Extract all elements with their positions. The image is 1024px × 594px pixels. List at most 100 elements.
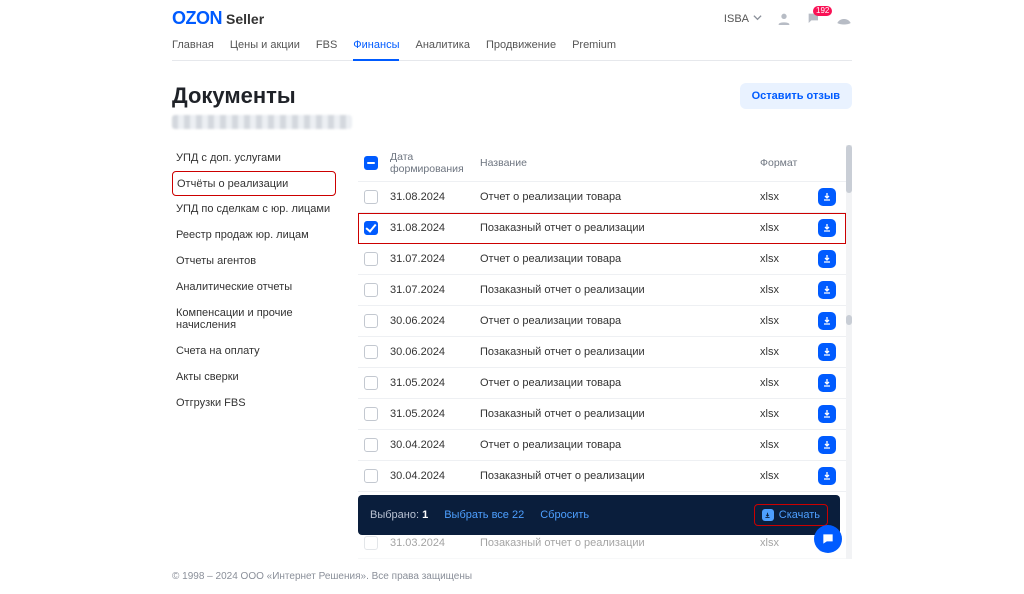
table-header-row: Дата формирования Название Формат [358,145,846,182]
footer-copyright: © 1998 – 2024 ООО «Интернет Решения». Вс… [172,559,852,594]
download-row-button[interactable] [818,188,836,206]
sidebar-item[interactable]: Отчеты агентов [172,248,336,274]
sidebar: УПД с доп. услугамиОтчёты о реализацииУП… [172,145,336,559]
topbar: OZON Seller ISBA 192 [172,0,852,33]
cell-format: xlsx [760,408,806,420]
sidebar-item[interactable]: Аналитические отчеты [172,274,336,300]
nav-item[interactable]: Финансы [353,33,399,61]
sidebar-item[interactable]: Компенсации и прочие начисления [172,300,336,338]
row-checkbox[interactable] [364,283,378,297]
column-header-name[interactable]: Название [480,157,750,169]
cell-date: 31.07.2024 [390,253,470,265]
row-checkbox[interactable] [364,190,378,204]
cell-date: 30.06.2024 [390,315,470,327]
column-header-date[interactable]: Дата формирования [390,151,470,175]
sidebar-item[interactable]: Акты сверки [172,364,336,390]
logo[interactable]: OZON Seller [172,8,264,29]
cell-format: xlsx [760,346,806,358]
cell-date: 30.04.2024 [390,470,470,482]
row-checkbox[interactable] [364,252,378,266]
cell-name: Позаказный отчет о реализации [480,408,750,420]
logo-seller-text: Seller [226,11,264,27]
redacted-content [172,115,352,129]
select-all-link[interactable]: Выбрать все 22 [444,509,524,521]
logo-ozon-text: OZON [172,8,222,29]
sidebar-item[interactable]: УПД по сделкам с юр. лицами [172,196,336,222]
row-checkbox[interactable] [364,376,378,390]
selected-count: 1 [422,509,428,521]
cell-date: 31.05.2024 [390,408,470,420]
download-row-button[interactable] [818,436,836,454]
cell-format: xlsx [760,284,806,296]
column-header-format[interactable]: Формат [760,157,806,169]
notifications-icon[interactable]: 192 [806,11,822,27]
cell-date: 31.03.2024 [390,537,470,549]
cell-date: 30.04.2024 [390,439,470,451]
row-checkbox[interactable] [364,345,378,359]
table-row: 30.06.2024Позаказный отчет о реализацииx… [358,337,846,368]
cell-format: xlsx [760,191,806,203]
nav-item[interactable]: Premium [572,33,616,60]
download-selected-button[interactable]: Скачать [754,504,828,526]
download-row-button[interactable] [818,374,836,392]
cell-name: Отчет о реализации товара [480,253,750,265]
download-row-button[interactable] [818,281,836,299]
cell-format: xlsx [760,377,806,389]
leave-review-button[interactable]: Оставить отзыв [740,83,852,109]
main-nav: Главная Цены и акции FBS Финансы Аналитика Пр… [172,33,852,61]
table-row: 30.04.2024 Позаказный отчет о реализации x… [358,461,846,492]
nav-item[interactable]: Главная [172,33,214,60]
table-row: 31.07.2024 Отчет о реализации товара xlsx [358,244,846,275]
account-dropdown[interactable]: ISBA [724,13,762,25]
cell-name: Позаказный отчет о реализации [480,470,750,482]
cell-name: Отчет о реализации товара [480,439,750,451]
header-right: ISBA 192 [724,11,852,27]
sidebar-item[interactable]: Реестр продаж юр. лицам [172,222,336,248]
download-row-button[interactable] [818,467,836,485]
select-all-checkbox[interactable] [364,156,378,170]
table-row: 31.08.2024Отчет о реализации товараxlsx [358,182,846,213]
download-row-button[interactable] [818,343,836,361]
cell-name: Позаказный отчет о реализации [480,222,750,234]
chevron-down-icon [753,13,762,25]
nav-item[interactable]: Продвижение [486,33,556,60]
scrollbar-thumb[interactable] [846,145,852,193]
sidebar-item[interactable]: Счета на оплату [172,338,336,364]
chat-fab[interactable] [814,525,842,553]
reset-selection-link[interactable]: Сбросить [540,509,589,521]
cell-name: Позаказный отчет о реализации [480,537,750,549]
cell-format: xlsx [760,253,806,265]
row-checkbox[interactable] [364,438,378,452]
cell-date: 31.08.2024 [390,191,470,203]
cell-date: 31.05.2024 [390,377,470,389]
cell-name: Отчет о реализации товара [480,315,750,327]
table-row: 31.05.2024 Позаказный отчет о реализации x… [358,399,846,430]
download-row-button[interactable] [818,405,836,423]
cell-format: xlsx [760,439,806,451]
download-row-button[interactable] [818,219,836,237]
row-checkbox[interactable] [364,536,378,550]
row-checkbox[interactable] [364,221,378,235]
row-checkbox[interactable] [364,469,378,483]
user-icon[interactable] [776,11,792,27]
download-label: Скачать [779,509,820,521]
download-icon [762,509,774,521]
scrollbar-thumb[interactable] [846,315,852,325]
help-icon[interactable] [836,11,852,27]
cell-format: xlsx [760,315,806,327]
cell-date: 31.08.2024 [390,222,470,234]
sidebar-item[interactable]: УПД с доп. услугами [172,145,336,171]
cell-format: xlsx [760,470,806,482]
nav-item[interactable]: Аналитика [415,33,469,60]
account-name: ISBA [724,13,749,25]
row-checkbox[interactable] [364,407,378,421]
download-row-button[interactable] [818,312,836,330]
sidebar-item[interactable]: Отгрузки FBS [172,390,336,416]
download-row-button[interactable] [818,250,836,268]
cell-name: Позаказный отчет о реализации [480,284,750,296]
documents-table: Дата формирования Название Формат 31.08.… [358,145,852,559]
nav-item[interactable]: FBS [316,33,337,60]
nav-item[interactable]: Цены и акции [230,33,300,60]
sidebar-item[interactable]: Отчёты о реализации [172,171,336,196]
row-checkbox[interactable] [364,314,378,328]
